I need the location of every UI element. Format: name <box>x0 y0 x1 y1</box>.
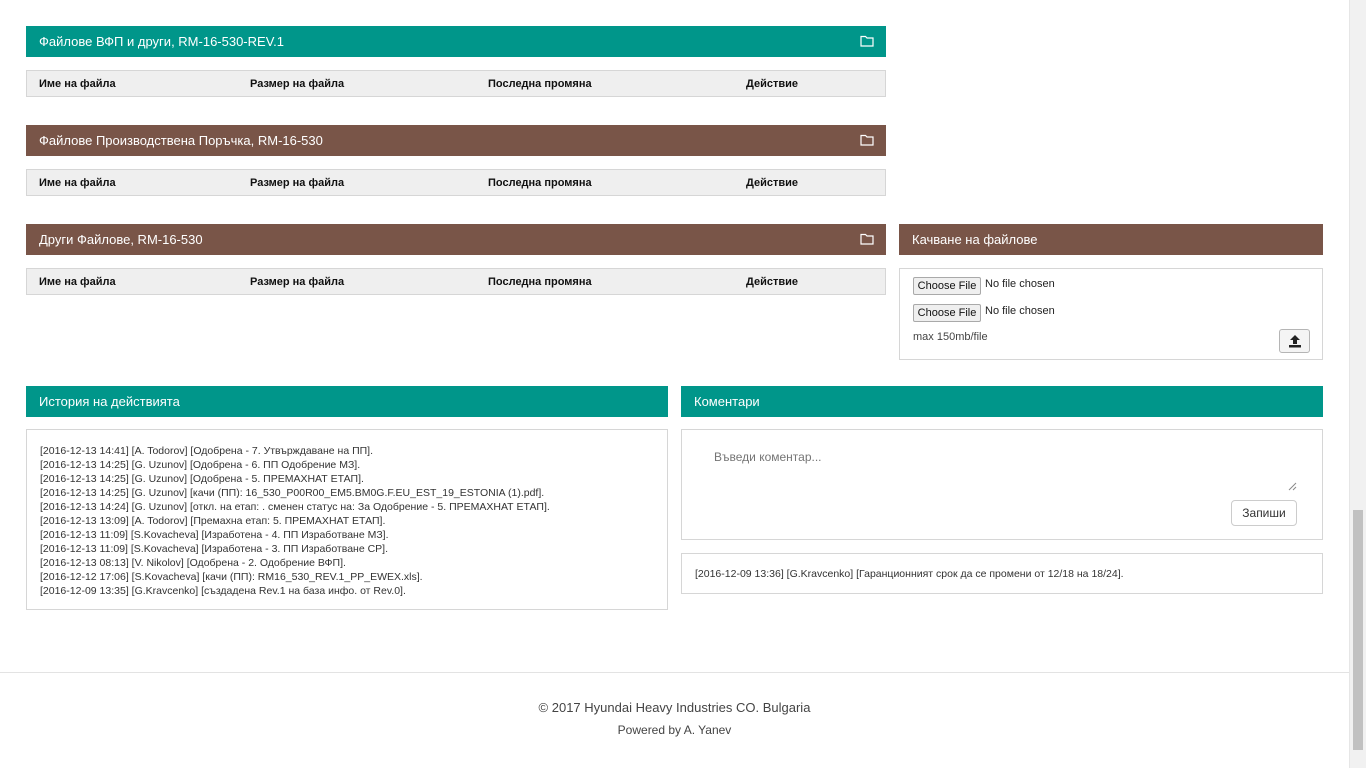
footer-powered-by: Powered by A. Yanev <box>617 723 732 737</box>
column-last-modified[interactable]: Последна промяна <box>488 177 592 189</box>
upload-form: Choose File No file chosen Choose File N… <box>899 268 1323 360</box>
history-entry: [2016-12-13 14:25] [G. Uzunov] [Одобрена… <box>40 473 364 485</box>
history-entry: [2016-12-13 14:24] [G. Uzunov] [откл. на… <box>40 501 550 513</box>
save-comment-button[interactable]: Запиши <box>1231 500 1297 526</box>
history-entry: [2016-12-12 17:06] [S.Kovacheva] [качи (… <box>40 571 423 583</box>
folder-icon[interactable] <box>860 35 874 47</box>
scrollbar-thumb[interactable] <box>1353 510 1363 750</box>
column-last-modified[interactable]: Последна промяна <box>488 276 592 288</box>
column-file-name[interactable]: Име на файла <box>39 177 116 189</box>
comment-input[interactable] <box>696 444 1296 493</box>
column-file-name[interactable]: Име на файла <box>39 276 116 288</box>
history-entry: [2016-12-13 14:25] [G. Uzunov] [качи (ПП… <box>40 487 545 499</box>
folder-icon[interactable] <box>860 134 874 146</box>
upload-button[interactable] <box>1279 329 1310 353</box>
choose-file-button-1[interactable]: Choose File <box>913 277 981 295</box>
file-table-header-other: Име на файла Размер на файла Последна пр… <box>26 268 886 295</box>
file-status-1: No file chosen <box>985 278 1055 290</box>
folder-icon[interactable] <box>860 233 874 245</box>
max-size-note: max 150mb/file <box>913 331 988 343</box>
column-file-size[interactable]: Размер на файла <box>250 276 344 288</box>
page: Файлове ВФП и други, RM-16-530-REV.1 Име… <box>0 0 1366 768</box>
panel-title-comments: Коментари <box>694 394 760 409</box>
history-entry: [2016-12-13 11:09] [S.Kovacheva] [Израбо… <box>40 529 389 541</box>
panel-header-vfp-files: Файлове ВФП и други, RM-16-530-REV.1 <box>26 26 886 57</box>
column-file-name[interactable]: Име на файла <box>39 78 116 90</box>
column-last-modified[interactable]: Последна промяна <box>488 78 592 90</box>
panel-header-upload: Качване на файлове <box>899 224 1323 255</box>
panel-title-other-files: Други Файлове, RM-16-530 <box>39 232 203 247</box>
column-action: Действие <box>746 78 798 90</box>
history-entry: [2016-12-13 13:09] [A. Todorov] [Премахн… <box>40 515 386 527</box>
file-table-header-vfp: Име на файла Размер на файла Последна пр… <box>26 70 886 97</box>
panel-title-vfp-files: Файлове ВФП и други, RM-16-530-REV.1 <box>39 34 285 49</box>
history-entry: [2016-12-13 14:41] [A. Todorov] [Одобрен… <box>40 445 374 457</box>
history-log: [2016-12-13 14:41] [A. Todorov] [Одобрен… <box>26 429 668 610</box>
column-action: Действие <box>746 177 798 189</box>
comment-entry: [2016-12-09 13:36] [G.Kravcenko] [Гаранц… <box>681 553 1323 594</box>
panel-header-comments: Коментари <box>681 386 1323 417</box>
footer-copyright: © 2017 Hyundai Heavy Industries CO. Bulg… <box>538 700 811 715</box>
panel-title-production-files: Файлове Производствена Поръчка, RM-16-53… <box>39 133 323 148</box>
upload-icon <box>1289 335 1301 348</box>
panel-header-other-files: Други Файлове, RM-16-530 <box>26 224 886 255</box>
file-table-header-production: Име на файла Размер на файла Последна пр… <box>26 169 886 196</box>
footer-divider <box>0 672 1349 673</box>
panel-header-production-files: Файлове Производствена Поръчка, RM-16-53… <box>26 125 886 156</box>
panel-title-history: История на действията <box>39 394 180 409</box>
file-status-2: No file chosen <box>985 305 1055 317</box>
column-file-size[interactable]: Размер на файла <box>250 177 344 189</box>
panel-title-upload: Качване на файлове <box>912 232 1038 247</box>
column-action: Действие <box>746 276 798 288</box>
resize-handle-icon[interactable] <box>1288 482 1297 491</box>
column-file-size[interactable]: Размер на файла <box>250 78 344 90</box>
choose-file-button-2[interactable]: Choose File <box>913 304 981 322</box>
panel-header-history: История на действията <box>26 386 668 417</box>
history-entry: [2016-12-09 13:35] [G.Kravcenko] [създад… <box>40 585 406 597</box>
comment-form: Запиши <box>681 429 1323 540</box>
vertical-scrollbar[interactable] <box>1349 0 1366 768</box>
history-entry: [2016-12-13 08:13] [V. Nikolov] [Одобрен… <box>40 557 346 569</box>
history-entry: [2016-12-13 11:09] [S.Kovacheva] [Израбо… <box>40 543 389 555</box>
history-entry: [2016-12-13 14:25] [G. Uzunov] [Одобрена… <box>40 459 361 471</box>
